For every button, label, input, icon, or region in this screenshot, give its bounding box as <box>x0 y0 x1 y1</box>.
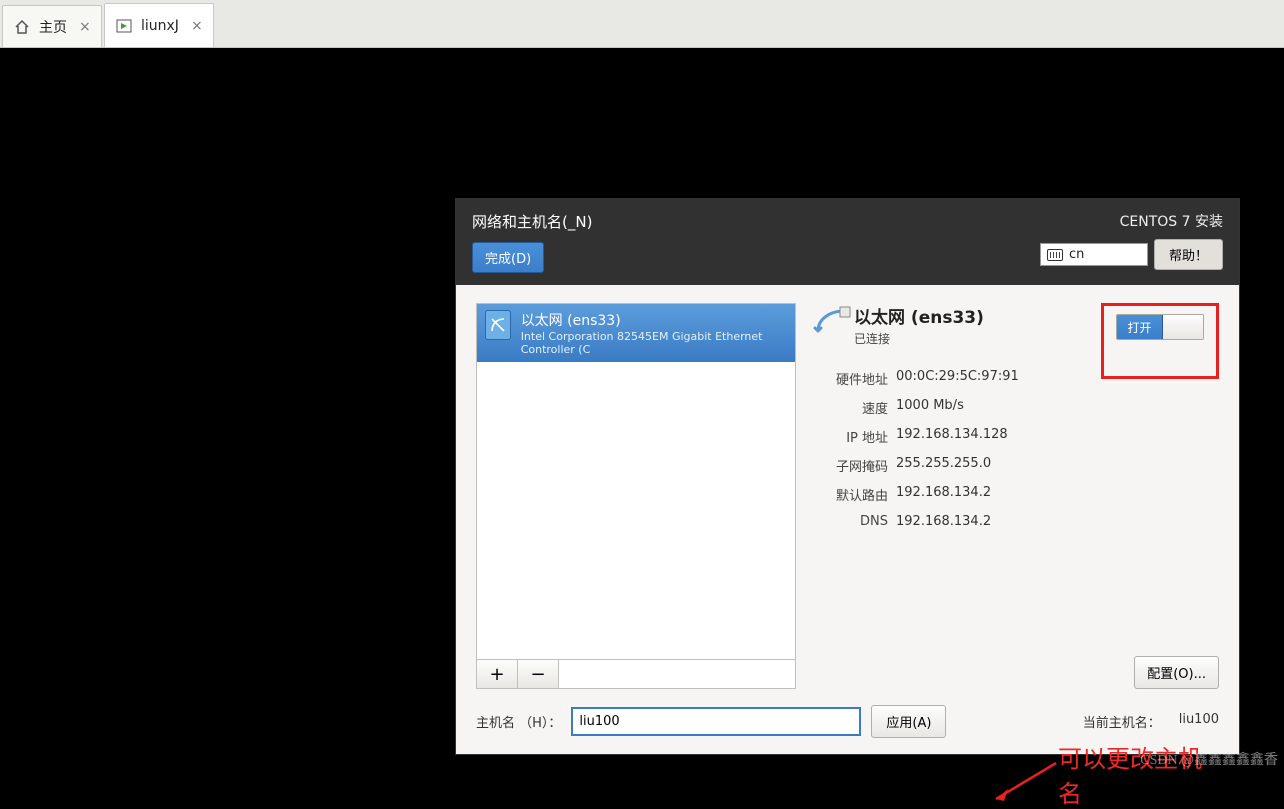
ethernet-icon <box>810 303 854 339</box>
current-hostname-label: 当前主机名： <box>1083 712 1161 731</box>
tab-vm[interactable]: liunxJ × <box>104 3 214 47</box>
install-title: CENTOS 7 安装 <box>1040 211 1223 231</box>
gateway-label: 默认路由 <box>816 485 888 504</box>
device-detail: 以太网 (ens33) 已连接 打开 硬件地址 00: <box>810 303 1219 689</box>
dns-value: 192.168.134.2 <box>896 514 1219 529</box>
device-name: 以太网 (ens33) <box>521 310 787 330</box>
connection-toggle[interactable]: 打开 <box>1116 314 1204 340</box>
close-icon[interactable]: × <box>79 19 91 35</box>
home-icon <box>13 18 31 36</box>
hostname-label: 主机名 （H）： <box>476 712 561 731</box>
tab-vm-label: liunxJ <box>141 18 179 34</box>
configure-button[interactable]: 配置(O)... <box>1134 656 1219 689</box>
network-dialog: 网络和主机名(_N) 完成(D) CENTOS 7 安装 cn 帮助！ <box>455 198 1240 755</box>
done-button[interactable]: 完成(D) <box>472 242 544 273</box>
device-item-ens33[interactable]: 以太网 (ens33) Intel Corporation 82545EM Gi… <box>477 304 795 362</box>
detail-status: 已连接 <box>854 330 984 347</box>
tab-home[interactable]: 主页 × <box>2 5 102 47</box>
device-list-empty <box>477 362 795 659</box>
mask-value: 255.255.255.0 <box>896 456 1219 475</box>
annotation-text: 可以更改主机名 <box>1058 739 1219 809</box>
vm-icon <box>115 17 133 35</box>
mask-label: 子网掩码 <box>816 456 888 475</box>
ip-value: 192.168.134.128 <box>896 427 1219 446</box>
hw-address-label: 硬件地址 <box>816 369 888 388</box>
device-list: 以太网 (ens33) Intel Corporation 82545EM Gi… <box>476 303 796 689</box>
dialog-header: 网络和主机名(_N) 完成(D) CENTOS 7 安装 cn 帮助！ <box>456 199 1239 285</box>
dialog-body: 以太网 (ens33) Intel Corporation 82545EM Gi… <box>456 285 1239 754</box>
speed-label: 速度 <box>816 398 888 417</box>
add-device-button[interactable]: + <box>476 659 518 689</box>
lang-label: cn <box>1069 247 1084 262</box>
toggle-on-label: 打开 <box>1117 315 1163 339</box>
hostname-input[interactable] <box>571 707 861 736</box>
keyboard-icon <box>1047 249 1063 261</box>
dialog-title: 网络和主机名(_N) <box>472 211 592 232</box>
browser-tab-bar: 主页 × liunxJ × <box>0 0 1284 48</box>
network-info-grid: 硬件地址 00:0C:29:5C:97:91 速度 1000 Mb/s IP 地… <box>816 369 1219 529</box>
detail-title: 以太网 (ens33) <box>854 303 984 328</box>
ethernet-icon <box>485 310 511 340</box>
tab-home-label: 主页 <box>39 17 67 37</box>
ip-label: IP 地址 <box>816 427 888 446</box>
current-hostname-value: liu100 <box>1179 712 1219 731</box>
remove-device-button[interactable]: − <box>517 659 559 689</box>
apply-button[interactable]: 应用(A) <box>871 705 946 738</box>
close-icon[interactable]: × <box>191 18 203 34</box>
toggle-handle <box>1163 315 1203 339</box>
dns-label: DNS <box>816 514 888 529</box>
help-button[interactable]: 帮助！ <box>1154 239 1223 270</box>
gateway-value: 192.168.134.2 <box>896 485 1219 504</box>
speed-value: 1000 Mb/s <box>896 398 1219 417</box>
annotation-arrow <box>986 759 1066 809</box>
hostname-row: 主机名 （H）： 应用(A) 当前主机名： liu100 <box>476 689 1219 746</box>
device-subtitle: Intel Corporation 82545EM Gigabit Ethern… <box>521 330 787 356</box>
keyboard-layout-selector[interactable]: cn <box>1040 243 1148 266</box>
annotation-highlight-box: 打开 <box>1101 303 1219 379</box>
